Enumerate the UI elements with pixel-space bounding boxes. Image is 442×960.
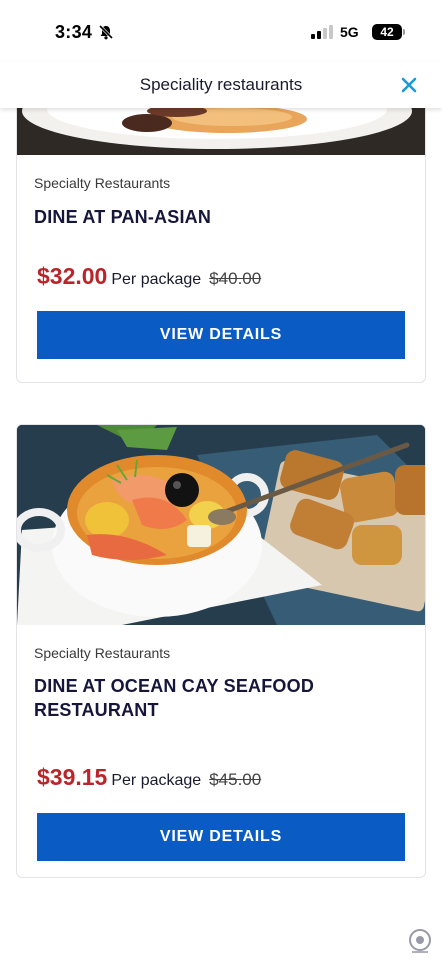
view-details-button[interactable]: VIEW DETAILS	[37, 311, 405, 359]
card-body: Specialty Restaurants DINE AT OCEAN CAY …	[17, 645, 425, 722]
battery-icon: 42	[372, 24, 402, 40]
price: $32.00	[37, 263, 108, 289]
page-header: Speciality restaurants	[0, 62, 442, 108]
battery-cap	[403, 29, 405, 35]
card-body: Specialty Restaurants DINE AT PAN-ASIAN	[17, 175, 425, 229]
card-category: Specialty Restaurants	[34, 645, 171, 661]
original-price: $45.00	[209, 770, 262, 789]
price-unit: Per package	[111, 271, 202, 288]
seafood-dish-image	[17, 425, 425, 625]
original-price: $40.00	[209, 269, 262, 288]
card-title: DINE AT OCEAN CAY SEAFOOD RESTAURANT	[34, 676, 315, 720]
page-title: Speciality restaurants	[139, 75, 303, 94]
price: $39.15	[37, 764, 108, 790]
restaurant-card[interactable]: Specialty Restaurants DINE AT PAN-ASIAN …	[16, 108, 426, 383]
watermark-logo	[409, 929, 431, 953]
pan-asian-dish-image	[17, 108, 425, 155]
bell-muted-icon	[98, 24, 114, 40]
plate-image	[17, 108, 425, 155]
price-row: $39.15 Per package $45.00	[37, 764, 261, 791]
card-title: DINE AT PAN-ASIAN	[34, 207, 212, 227]
restaurant-list[interactable]: Specialty Restaurants DINE AT PAN-ASIAN …	[0, 108, 442, 960]
price-unit: Per package	[111, 772, 202, 789]
status-bar: 3:34 5G 42	[0, 0, 442, 62]
price-row: $32.00 Per package $40.00	[37, 263, 261, 290]
card-category: Specialty Restaurants	[34, 175, 171, 191]
view-details-button[interactable]: VIEW DETAILS	[37, 813, 405, 861]
signal-icon	[311, 25, 333, 39]
close-icon[interactable]	[398, 74, 420, 96]
network-label: 5G	[340, 24, 359, 40]
restaurant-card[interactable]: Specialty Restaurants DINE AT OCEAN CAY …	[16, 424, 426, 878]
seafood-bowl-image	[17, 425, 425, 625]
status-time: 3:34	[55, 22, 93, 42]
